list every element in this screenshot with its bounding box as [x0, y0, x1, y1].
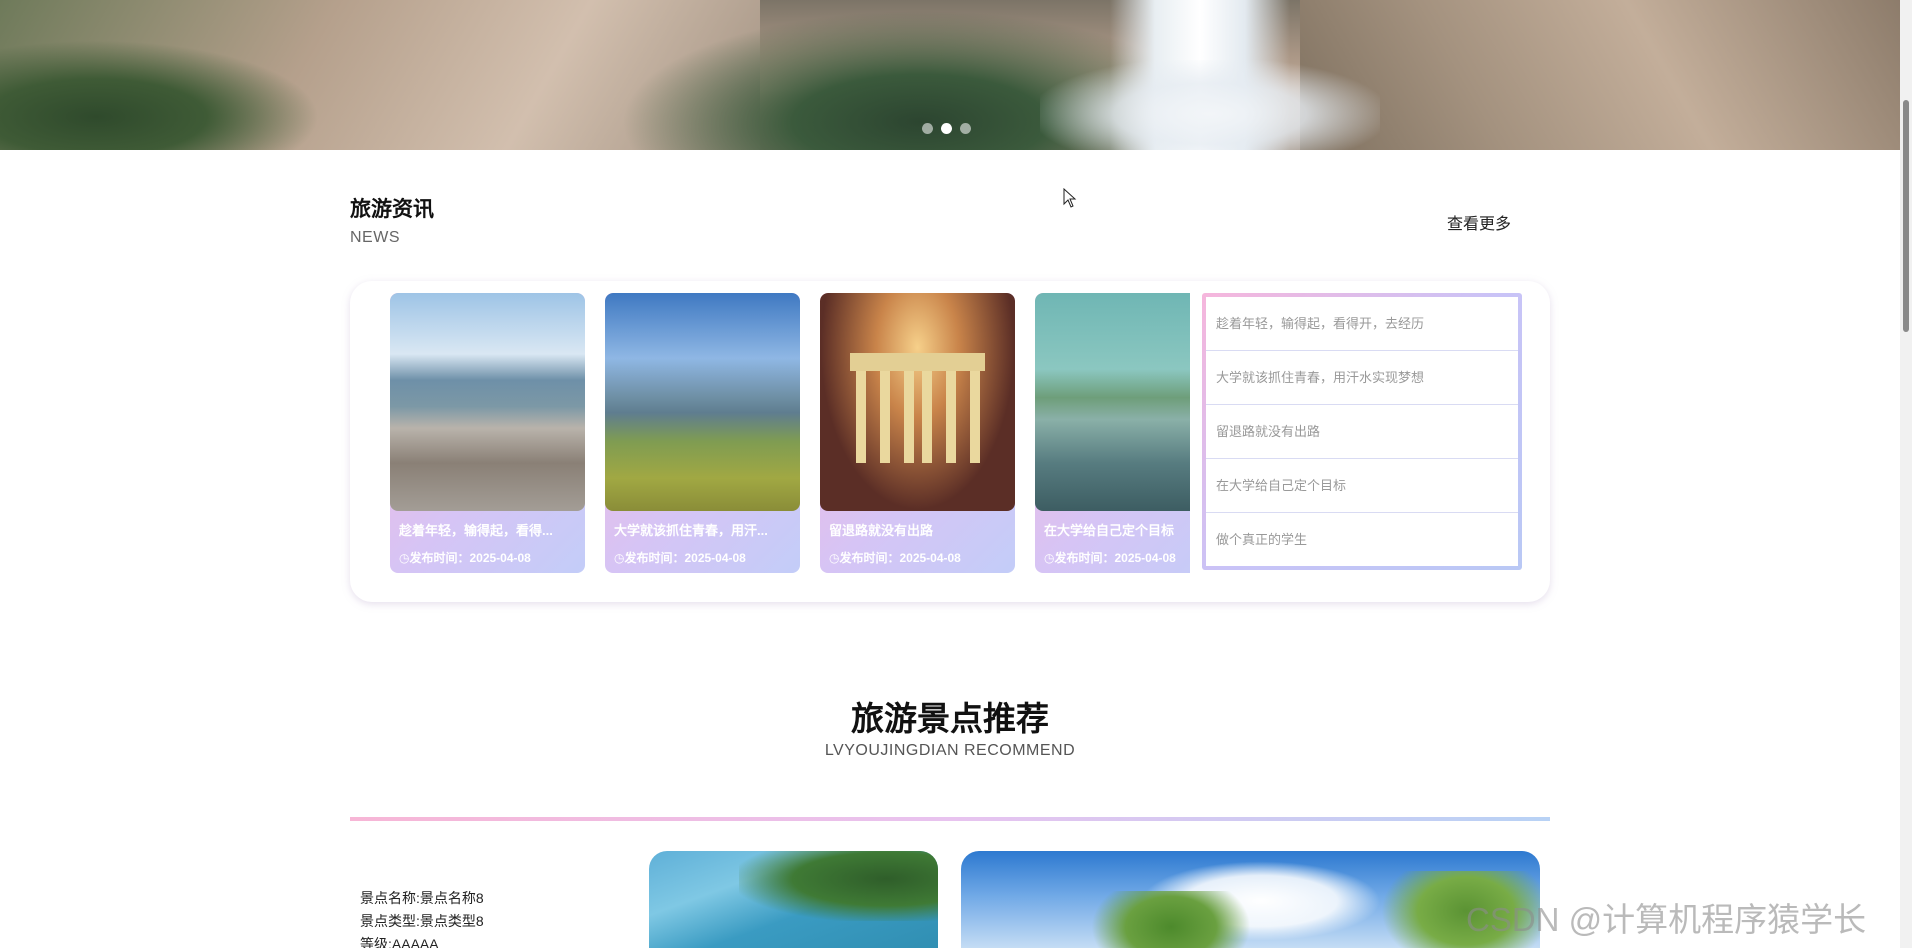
news-list: 趁着年轻，输得起，看得开，去经历 大学就该抓住青春，用汗水实现梦想 留退路就没有…: [1202, 293, 1522, 570]
attractions-subtitle: LVYOUJINGDIAN RECOMMEND: [824, 742, 1076, 759]
view-more-button[interactable]: 查看更多: [1447, 210, 1511, 234]
news-card-image: [1035, 293, 1190, 511]
news-card-4[interactable]: 在大学给自己定个目标 ◷发布时间：2025-04-08: [1035, 293, 1190, 573]
spot-image-hill: [739, 851, 938, 921]
hero-image-forest-left: [0, 40, 320, 150]
page-scrollbar[interactable]: [1900, 0, 1912, 948]
spot-card-image-2[interactable]: [961, 851, 1540, 948]
news-header: 旅游资讯 NEWS 查看更多: [350, 193, 1515, 247]
news-card-image: [605, 293, 800, 511]
news-list-item[interactable]: 趁着年轻，输得起，看得开，去经历: [1206, 297, 1518, 351]
spot-type: 景点类型:景点类型8: [360, 913, 484, 929]
hero-banner[interactable]: [0, 0, 1900, 150]
news-card-title: 趁着年轻，输得起，看得...: [399, 523, 553, 538]
news-subtitle: NEWS: [350, 229, 400, 246]
news-card-carousel: 趁着年轻，输得起，看得... ◷发布时间：2025-04-08 大学就该抓住青春…: [390, 293, 1190, 573]
news-card-title: 留退路就没有出路: [829, 523, 934, 538]
news-card-date: ◷发布时间：2025-04-08: [399, 551, 531, 565]
news-card-1[interactable]: 趁着年轻，输得起，看得... ◷发布时间：2025-04-08: [390, 293, 585, 573]
section-divider: [350, 817, 1550, 821]
news-panel: 趁着年轻，输得起，看得... ◷发布时间：2025-04-08 大学就该抓住青春…: [350, 281, 1550, 602]
carousel-indicators: [922, 123, 971, 134]
news-list-item[interactable]: 在大学给自己定个目标: [1206, 459, 1518, 513]
gate-illustration: [850, 353, 985, 463]
carousel-dot-1[interactable]: [922, 123, 933, 134]
news-list-item[interactable]: 留退路就没有出路: [1206, 405, 1518, 459]
hero-image-mist: [1040, 60, 1380, 150]
spot-card-image-1[interactable]: [649, 851, 938, 948]
carousel-dot-2[interactable]: [941, 123, 952, 134]
mouse-cursor-icon: [1063, 188, 1077, 208]
news-card-date: ◷发布时间：2025-04-08: [829, 551, 961, 565]
news-list-item[interactable]: 做个真正的学生: [1206, 513, 1518, 567]
spot-name: 景点名称:景点名称8: [360, 890, 484, 906]
news-card-2[interactable]: 大学就该抓住青春，用汗... ◷发布时间：2025-04-08: [605, 293, 800, 573]
news-card-date: ◷发布时间：2025-04-08: [1044, 551, 1176, 565]
carousel-dot-3[interactable]: [960, 123, 971, 134]
news-card-3[interactable]: 留退路就没有出路 ◷发布时间：2025-04-08: [820, 293, 1015, 573]
news-card-date: ◷发布时间：2025-04-08: [614, 551, 746, 565]
csdn-watermark: CSDN @计算机程序猿学长: [1466, 901, 1867, 938]
spot-image-palm-left: [1091, 891, 1251, 948]
news-card-title: 大学就该抓住青春，用汗...: [614, 523, 768, 538]
news-card-image: [390, 293, 585, 511]
scrollbar-thumb[interactable]: [1903, 100, 1909, 332]
news-card-image: [820, 293, 1015, 511]
attractions-title: 旅游景点推荐: [851, 700, 1049, 737]
news-card-title: 在大学给自己定个目标: [1044, 523, 1175, 538]
news-list-item[interactable]: 大学就该抓住青春，用汗水实现梦想: [1206, 351, 1518, 405]
spot-info: 景点名称:景点名称8 景点类型:景点类型8 等级:AAAAA: [360, 887, 484, 948]
news-title: 旅游资讯: [350, 198, 434, 221]
hero-image-cliff-right: [1300, 0, 1900, 150]
spot-level: 等级:AAAAA: [360, 936, 439, 948]
